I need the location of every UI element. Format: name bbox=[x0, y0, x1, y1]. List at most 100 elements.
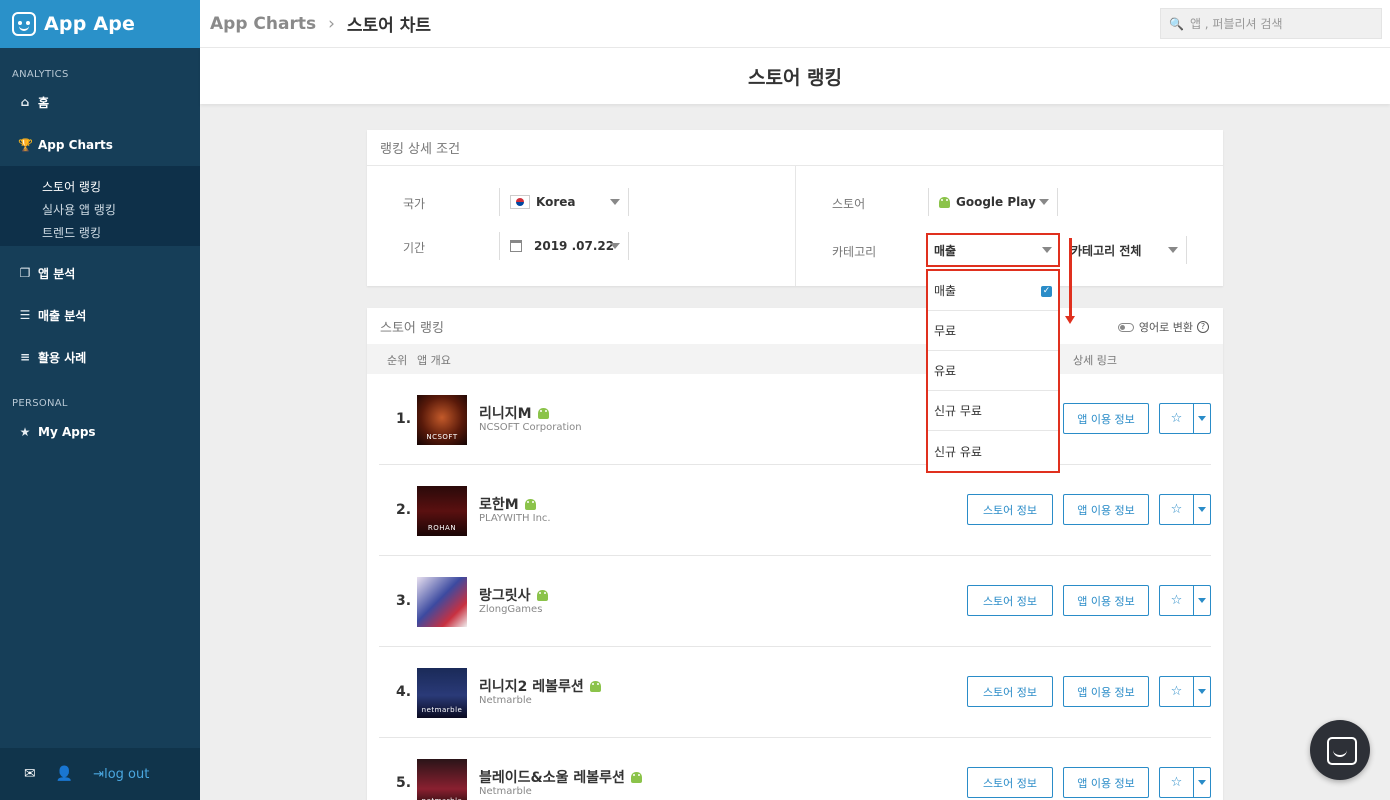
app-icon[interactable]: netmarble bbox=[417, 759, 467, 800]
list-icon: ≡ bbox=[19, 350, 31, 364]
app-usage-button[interactable]: 앱 이용 정보 bbox=[1063, 676, 1149, 707]
android-icon bbox=[537, 407, 549, 419]
database-icon: ☰ bbox=[19, 308, 31, 322]
favorite-button[interactable]: ☆ bbox=[1159, 585, 1211, 616]
chevron-right-icon: › bbox=[328, 13, 335, 34]
checkbox-checked-icon: ✓ bbox=[1041, 286, 1052, 297]
english-toggle[interactable]: 영어로 변환 ? bbox=[1117, 319, 1209, 335]
app-name-link[interactable]: 리니지2 레볼루션 bbox=[479, 676, 601, 696]
caret-down-icon bbox=[1198, 507, 1206, 512]
category-dropdown: 매출 ✓ 무료 유료 신규 무료 신규 유료 bbox=[926, 269, 1060, 473]
rank-number: 4. bbox=[396, 684, 412, 700]
app-name-link[interactable]: 블레이드&소울 레볼루션 bbox=[479, 767, 642, 787]
divider bbox=[795, 166, 796, 286]
sidebar-item-my-apps[interactable]: ★ My Apps bbox=[0, 419, 200, 445]
sidebar-footer: ✉ 👤 ⇥log out bbox=[0, 748, 200, 800]
store-info-button[interactable]: 스토어 정보 bbox=[967, 585, 1053, 616]
trophy-icon: 🏆 bbox=[18, 138, 33, 152]
android-icon bbox=[524, 498, 536, 510]
mail-icon[interactable]: ✉ bbox=[24, 766, 36, 782]
sidebar-item-app-analysis[interactable]: ❐ 앱 분석 bbox=[0, 260, 200, 286]
sidebar-item-sales-analysis[interactable]: ☰ 매출 분석 bbox=[0, 302, 200, 328]
period-label: 기간 bbox=[403, 241, 426, 255]
publisher-name: ZlongGames bbox=[479, 604, 543, 615]
top-bar: App Charts › 스토어 차트 🔍 앱 , 퍼블리셔 검색 bbox=[200, 0, 1390, 48]
app-name-link[interactable]: 리니지M bbox=[479, 403, 549, 423]
rank-number: 1. bbox=[396, 411, 412, 427]
period-select[interactable]: 2019 .07.22 bbox=[499, 232, 629, 260]
subnav-usage-ranking[interactable]: 실사용 앱 랭킹 bbox=[42, 201, 116, 218]
app-usage-button[interactable]: 앱 이용 정보 bbox=[1063, 403, 1149, 434]
category-detail-value: 카테고리 전체 bbox=[1071, 243, 1142, 258]
app-icon[interactable]: netmarble bbox=[417, 668, 467, 718]
country-value: Korea bbox=[536, 195, 576, 209]
app-name: 로한M bbox=[479, 497, 519, 513]
category-select[interactable]: 매출 bbox=[926, 233, 1060, 267]
search-input[interactable]: 🔍 앱 , 퍼블리셔 검색 bbox=[1160, 8, 1382, 39]
sidebar-item-app-charts[interactable]: 🏆 App Charts bbox=[0, 132, 200, 158]
country-select[interactable]: Korea bbox=[499, 188, 629, 216]
logout-link[interactable]: ⇥log out bbox=[93, 767, 149, 782]
category-detail-select[interactable]: 카테고리 전체 bbox=[1061, 236, 1187, 264]
star-outline-icon: ☆ bbox=[1160, 404, 1194, 433]
ranking-filter-panel: 랭킹 상세 조건 국가 Korea 기간 2019 .07.22 스토어 Goo… bbox=[367, 130, 1223, 286]
android-icon bbox=[536, 589, 548, 601]
app-name-link[interactable]: 로한M bbox=[479, 494, 536, 514]
store-info-button[interactable]: 스토어 정보 bbox=[967, 494, 1053, 525]
dropdown-option-sales[interactable]: 매출 ✓ bbox=[928, 271, 1058, 311]
app-icon[interactable] bbox=[417, 577, 467, 627]
dropdown-option-free[interactable]: 무료 bbox=[928, 311, 1058, 351]
logout-icon: ⇥ bbox=[93, 766, 105, 782]
col-rank: 순위 bbox=[387, 354, 408, 367]
favorite-button[interactable]: ☆ bbox=[1159, 767, 1211, 798]
sidebar-item-label: 매출 분석 bbox=[38, 308, 87, 323]
search-icon: 🔍 bbox=[1169, 16, 1184, 31]
help-icon[interactable]: ? bbox=[1197, 321, 1209, 333]
store-select[interactable]: Google Play bbox=[928, 188, 1058, 216]
favorite-button[interactable]: ☆ bbox=[1159, 403, 1211, 434]
dropdown-option-new-paid[interactable]: 신규 유료 bbox=[928, 431, 1058, 471]
app-icon[interactable]: NCSOFT bbox=[417, 395, 467, 445]
search-placeholder: 앱 , 퍼블리셔 검색 bbox=[1189, 17, 1283, 31]
category-value: 매출 bbox=[934, 243, 957, 258]
app-charts-submenu: 스토어 랭킹 실사용 앱 랭킹 트렌드 랭킹 bbox=[0, 166, 200, 246]
app-name: 리니지2 레볼루션 bbox=[479, 679, 584, 695]
breadcrumb-app-charts[interactable]: App Charts bbox=[210, 14, 316, 34]
app-icon[interactable]: ROHAN bbox=[417, 486, 467, 536]
dropdown-option-new-free[interactable]: 신규 무료 bbox=[928, 391, 1058, 431]
dropdown-option-paid[interactable]: 유료 bbox=[928, 351, 1058, 391]
app-usage-button[interactable]: 앱 이용 정보 bbox=[1063, 585, 1149, 616]
sidebar-item-label: My Apps bbox=[38, 425, 96, 439]
favorite-button[interactable]: ☆ bbox=[1159, 494, 1211, 525]
caret-down-icon bbox=[1168, 247, 1178, 253]
category-label: 카테고리 bbox=[832, 245, 877, 259]
sidebar-item-home[interactable]: ⌂ 홈 bbox=[0, 89, 200, 115]
user-icon[interactable]: 👤 bbox=[56, 766, 73, 782]
star-icon: ★ bbox=[19, 425, 31, 439]
annotation-arrow-down-icon bbox=[1065, 238, 1075, 324]
caret-down-icon bbox=[610, 243, 620, 249]
favorite-button[interactable]: ☆ bbox=[1159, 676, 1211, 707]
store-info-button[interactable]: 스토어 정보 bbox=[967, 767, 1053, 798]
subnav-trend-ranking[interactable]: 트렌드 랭킹 bbox=[42, 224, 101, 241]
android-icon bbox=[630, 771, 642, 783]
chat-launcher-icon[interactable] bbox=[1310, 720, 1370, 780]
publisher-name: Netmarble bbox=[479, 786, 532, 797]
table-row: 1. NCSOFT 리니지M NCSOFT Corporation 앱 이용 정… bbox=[379, 374, 1211, 465]
app-usage-button[interactable]: 앱 이용 정보 bbox=[1063, 767, 1149, 798]
brand-header[interactable]: App Ape bbox=[0, 0, 200, 48]
caret-down-icon bbox=[1039, 199, 1049, 205]
sidebar-item-label: App Charts bbox=[38, 138, 113, 152]
sidebar-item-use-cases[interactable]: ≡ 활용 사례 bbox=[0, 344, 200, 370]
app-name-link[interactable]: 랑그릿사 bbox=[479, 585, 548, 605]
app-icon-text: NCSOFT bbox=[426, 433, 458, 441]
app-usage-button[interactable]: 앱 이용 정보 bbox=[1063, 494, 1149, 525]
analytics-section-label: ANALYTICS bbox=[12, 69, 69, 80]
store-label: 스토어 bbox=[832, 197, 866, 211]
ranking-panel-title: 스토어 랭킹 bbox=[380, 320, 444, 336]
table-row: 3. 랑그릿사 ZlongGames 스토어 정보 앱 이용 정보 ☆ bbox=[379, 556, 1211, 647]
subnav-store-ranking[interactable]: 스토어 랭킹 bbox=[42, 178, 101, 195]
period-value: 2019 .07.22 bbox=[534, 239, 615, 253]
toggle-switch-icon bbox=[1117, 322, 1134, 332]
store-info-button[interactable]: 스토어 정보 bbox=[967, 676, 1053, 707]
